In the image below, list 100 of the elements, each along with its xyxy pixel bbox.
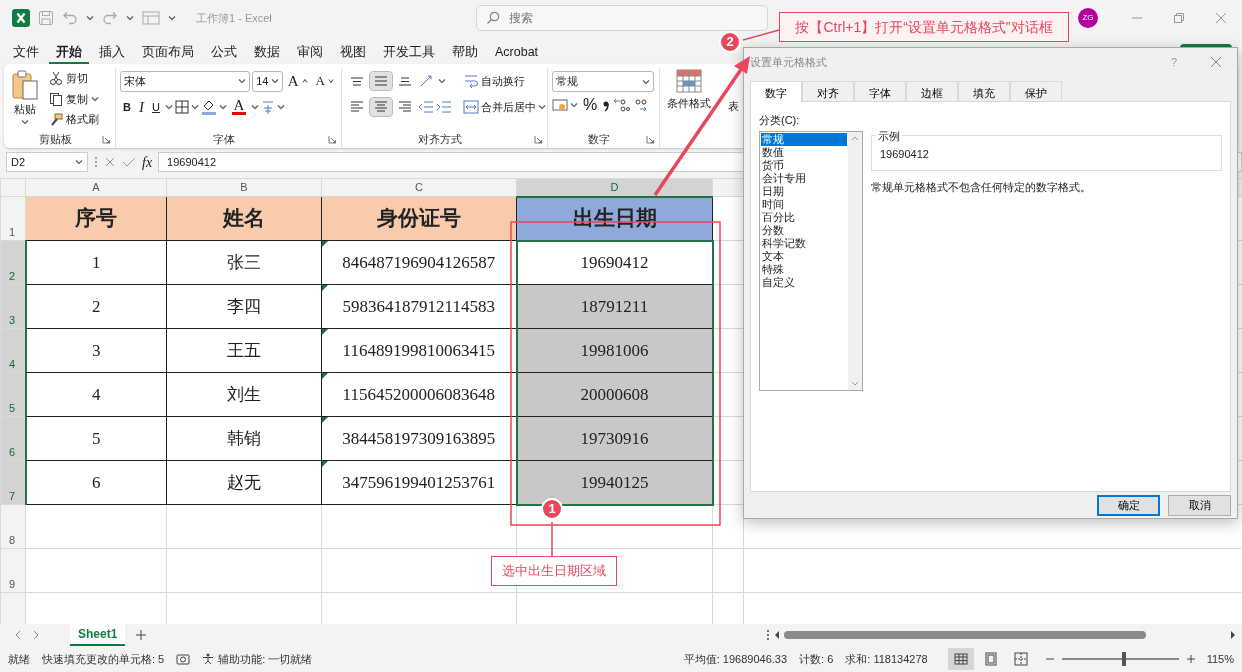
caret-icon[interactable] bbox=[164, 103, 173, 111]
italic-button[interactable]: I bbox=[135, 94, 147, 120]
ribbon-tab[interactable]: 插入 bbox=[92, 42, 132, 64]
camera-icon[interactable] bbox=[176, 653, 191, 665]
caret-icon[interactable] bbox=[91, 95, 99, 103]
add-sheet-icon[interactable] bbox=[135, 629, 148, 641]
sheet-tab[interactable]: Sheet1 bbox=[70, 624, 126, 646]
increase-indent-icon[interactable] bbox=[436, 100, 452, 114]
caret-icon[interactable] bbox=[126, 14, 134, 22]
list-item[interactable]: 特殊 bbox=[761, 262, 847, 276]
cancel-button[interactable]: 取消 bbox=[1168, 495, 1231, 516]
restore-icon[interactable] bbox=[1172, 11, 1186, 25]
caret-icon[interactable] bbox=[190, 103, 199, 111]
dialog-tab[interactable]: 对齐 bbox=[802, 81, 854, 101]
caret-icon[interactable] bbox=[238, 77, 247, 85]
dialog-tab[interactable]: 边框 bbox=[906, 81, 958, 101]
fill-color-icon[interactable] bbox=[200, 99, 217, 115]
column-header[interactable]: B bbox=[166, 178, 322, 197]
merge-center-button[interactable]: 合并后居中 bbox=[460, 94, 549, 120]
scroll-down-icon[interactable] bbox=[851, 380, 859, 387]
caret-icon[interactable] bbox=[218, 103, 227, 111]
list-item[interactable]: 文本 bbox=[761, 249, 847, 263]
list-item[interactable]: 分数 bbox=[761, 223, 847, 237]
caret-icon[interactable] bbox=[21, 117, 29, 126]
cancel-icon[interactable] bbox=[104, 156, 116, 168]
wrap-text-button[interactable]: 自动换行 bbox=[460, 68, 549, 94]
caret-icon[interactable] bbox=[168, 14, 176, 22]
row-header[interactable]: 7 bbox=[0, 460, 26, 505]
ribbon-tab[interactable]: 公式 bbox=[204, 42, 244, 64]
list-item[interactable]: 时间 bbox=[761, 197, 847, 211]
row-header[interactable]: 6 bbox=[0, 416, 26, 461]
format-as-table-label[interactable]: 表 bbox=[728, 98, 739, 148]
decrease-indent-icon[interactable] bbox=[418, 100, 434, 114]
font-name-dropdown[interactable]: 宋体 bbox=[120, 70, 251, 92]
borders-icon[interactable] bbox=[174, 100, 189, 114]
dialog-launcher-icon[interactable] bbox=[328, 134, 337, 144]
copy-button[interactable]: 复制 bbox=[46, 89, 102, 109]
caret-icon[interactable] bbox=[642, 77, 650, 86]
zoom-slider-thumb[interactable] bbox=[1121, 652, 1126, 666]
number-format-dropdown[interactable]: 常规 bbox=[552, 71, 654, 92]
list-item[interactable]: 会计专用 bbox=[761, 171, 847, 185]
increase-font-size-button[interactable]: A bbox=[284, 68, 311, 94]
name-box[interactable]: D2 bbox=[6, 152, 88, 172]
more-options-icon[interactable] bbox=[766, 629, 770, 641]
ok-button[interactable]: 确定 bbox=[1097, 495, 1160, 516]
font-size-dropdown[interactable]: 14 bbox=[252, 70, 283, 92]
row-header[interactable]: 1 bbox=[0, 196, 26, 241]
status-text[interactable]: 辅助功能: 一切就绪 bbox=[218, 650, 313, 668]
row-header[interactable]: 3 bbox=[0, 284, 26, 329]
caret-icon[interactable] bbox=[86, 14, 94, 22]
caret-icon[interactable] bbox=[75, 158, 83, 166]
dialog-launcher-icon[interactable] bbox=[534, 134, 543, 144]
column-header[interactable]: A bbox=[25, 178, 167, 197]
conditional-formatting-button[interactable]: 条件格式 bbox=[664, 68, 714, 148]
ribbon-tab[interactable]: 数据 bbox=[247, 42, 287, 64]
insert-function-button[interactable]: fx bbox=[142, 151, 153, 173]
dialog-tab[interactable]: 保护 bbox=[1010, 81, 1062, 101]
list-item[interactable]: 日期 bbox=[761, 184, 847, 198]
view-button[interactable] bbox=[947, 648, 974, 670]
dialog-tab[interactable]: 字体 bbox=[854, 81, 906, 101]
dialog-tab[interactable]: 数字 bbox=[750, 81, 802, 102]
caret-icon[interactable] bbox=[270, 77, 279, 85]
caret-icon[interactable] bbox=[276, 103, 285, 111]
format-painter-button[interactable]: 格式刷 bbox=[46, 110, 102, 129]
row-header[interactable]: 9 bbox=[0, 548, 26, 593]
row-header[interactable]: 5 bbox=[0, 372, 26, 417]
scroll-right-icon[interactable] bbox=[1230, 631, 1236, 639]
column-header[interactable]: C bbox=[321, 178, 517, 197]
row-header[interactable]: 8 bbox=[0, 504, 26, 549]
ribbon-tab[interactable]: 审阅 bbox=[290, 42, 330, 64]
excel-logo-icon[interactable] bbox=[12, 9, 30, 27]
close-icon[interactable] bbox=[1214, 11, 1228, 25]
zoom-level[interactable]: 115% bbox=[1206, 650, 1234, 668]
enter-icon[interactable] bbox=[122, 156, 136, 168]
decrease-font-size-button[interactable]: A bbox=[312, 70, 337, 92]
scroll-up-icon[interactable] bbox=[851, 134, 859, 141]
paste-button[interactable]: 粘贴 bbox=[8, 68, 42, 130]
zoom-out-icon[interactable] bbox=[1045, 655, 1054, 663]
caret-icon[interactable] bbox=[250, 103, 259, 111]
row-header[interactable]: 2 bbox=[0, 240, 26, 285]
increase-decimal-icon[interactable] bbox=[612, 97, 631, 113]
accessibility-icon[interactable] bbox=[202, 653, 215, 665]
dialog-launcher-icon[interactable] bbox=[102, 134, 111, 144]
row-header[interactable]: 4 bbox=[0, 328, 26, 373]
underline-button[interactable]: U bbox=[148, 97, 163, 117]
search-field[interactable]: 搜索 bbox=[476, 5, 768, 31]
caret-icon[interactable] bbox=[438, 77, 446, 85]
font-color-button[interactable]: A bbox=[228, 98, 249, 116]
caret-icon[interactable] bbox=[538, 103, 546, 111]
close-icon[interactable] bbox=[1210, 56, 1222, 68]
ribbon-tab[interactable]: 视图 bbox=[333, 42, 373, 64]
ribbon-tab[interactable]: 帮助 bbox=[445, 42, 485, 64]
bold-button[interactable]: B bbox=[120, 97, 134, 117]
ribbon-tab[interactable]: 页面布局 bbox=[135, 42, 201, 64]
column-header[interactable]: D bbox=[516, 178, 713, 197]
scroll-left-icon[interactable] bbox=[774, 631, 780, 639]
list-item[interactable]: 常规 bbox=[761, 132, 847, 146]
caret-icon[interactable] bbox=[570, 101, 578, 109]
ribbon-tab[interactable]: 开发工具 bbox=[376, 42, 442, 64]
dialog-tab[interactable]: 填充 bbox=[958, 81, 1010, 101]
